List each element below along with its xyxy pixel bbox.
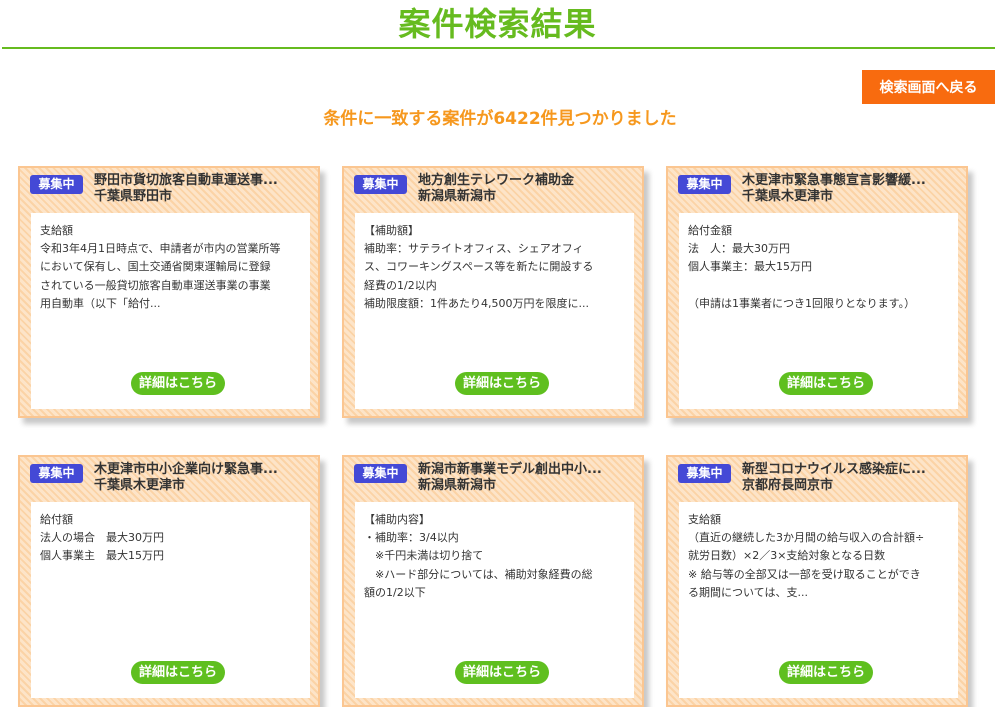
listing-summary: 【補助額】 補助率：サテライトオフィス、シェアオフィ ス、コワーキングスペース等…: [364, 224, 594, 310]
title-divider: [2, 47, 995, 49]
listing-body: 給付金額 法 人：最大30万円 個人事業主：最大15万円 （申請は1事業者につき…: [679, 213, 958, 409]
listing-title[interactable]: 木更津市緊急事態宣言影響緩...: [742, 172, 957, 189]
status-badge: 募集中: [354, 175, 407, 194]
listing-body: 給付額 法人の場合 最大30万円 個人事業主 最大15万円 詳細はこちら: [31, 502, 310, 698]
listing-card: 募集中 地方創生テレワーク補助金 新潟県新潟市 【補助額】 補助率：サテライトオ…: [342, 166, 644, 418]
listing-summary: 支給額 （直近の継続した3か月間の給与収入の合計額÷ 就労日数）×2／3×支給対…: [688, 513, 925, 599]
listing-card: 募集中 木更津市緊急事態宣言影響緩... 千葉県木更津市 給付金額 法 人：最大…: [666, 166, 968, 418]
listing-location: 千葉県野田市: [94, 189, 173, 204]
status-badge: 募集中: [354, 464, 407, 483]
listing-card: 募集中 新潟市新事業モデル創出中小... 新潟県新潟市 【補助内容】 ・補助率：…: [342, 455, 644, 707]
listing-summary: 【補助内容】 ・補助率：3/4以内 ※千円未満は切り捨て ※ハード部分については…: [364, 513, 593, 599]
listing-title[interactable]: 新潟市新事業モデル創出中小...: [418, 461, 633, 478]
listing-summary: 支給額 令和3年4月1日時点で、申請者が市内の営業所等 において保有し、国土交通…: [40, 224, 281, 310]
details-button[interactable]: 詳細はこちら: [779, 661, 873, 684]
listing-body: 【補助内容】 ・補助率：3/4以内 ※千円未満は切り捨て ※ハード部分については…: [355, 502, 634, 698]
listing-body: 支給額 令和3年4月1日時点で、申請者が市内の営業所等 において保有し、国土交通…: [31, 213, 310, 409]
details-button[interactable]: 詳細はこちら: [455, 661, 549, 684]
status-badge: 募集中: [30, 464, 83, 483]
listing-summary: 給付額 法人の場合 最大30万円 個人事業主 最大15万円: [40, 513, 164, 563]
listing-summary: 給付金額 法 人：最大30万円 個人事業主：最大15万円 （申請は1事業者につき…: [688, 224, 916, 310]
status-badge: 募集中: [678, 175, 731, 194]
details-button[interactable]: 詳細はこちら: [131, 661, 225, 684]
details-button[interactable]: 詳細はこちら: [455, 372, 549, 395]
status-badge: 募集中: [30, 175, 83, 194]
listing-location: 新潟県新潟市: [418, 189, 497, 204]
listing-title[interactable]: 木更津市中小企業向け緊急事...: [94, 461, 309, 478]
details-button[interactable]: 詳細はこちら: [779, 372, 873, 395]
listing-card: 募集中 新型コロナウイルス感染症に... 京都府長岡京市 支給額 （直近の継続し…: [666, 455, 968, 707]
listing-body: 支給額 （直近の継続した3か月間の給与収入の合計額÷ 就労日数）×2／3×支給対…: [679, 502, 958, 698]
listing-title[interactable]: 地方創生テレワーク補助金: [418, 172, 633, 189]
result-count-summary: 条件に一致する案件が6422件見つかりました: [323, 109, 677, 129]
page-title: 案件検索結果: [398, 5, 597, 43]
back-to-search-button[interactable]: 検索画面へ戻る: [862, 70, 995, 104]
listing-title[interactable]: 野田市貨切旅客自動車運送事...: [94, 172, 309, 189]
listing-location: 千葉県木更津市: [742, 189, 834, 204]
listing-location: 新潟県新潟市: [418, 478, 497, 493]
listing-card: 募集中 野田市貨切旅客自動車運送事... 千葉県野田市 支給額 令和3年4月1日…: [18, 166, 320, 418]
details-button[interactable]: 詳細はこちら: [131, 372, 225, 395]
listing-body: 【補助額】 補助率：サテライトオフィス、シェアオフィ ス、コワーキングスペース等…: [355, 213, 634, 409]
status-badge: 募集中: [678, 464, 731, 483]
listing-title[interactable]: 新型コロナウイルス感染症に...: [742, 461, 957, 478]
listing-location: 千葉県木更津市: [94, 478, 186, 493]
listing-card: 募集中 木更津市中小企業向け緊急事... 千葉県木更津市 給付額 法人の場合 最…: [18, 455, 320, 707]
listing-location: 京都府長岡京市: [742, 478, 834, 493]
